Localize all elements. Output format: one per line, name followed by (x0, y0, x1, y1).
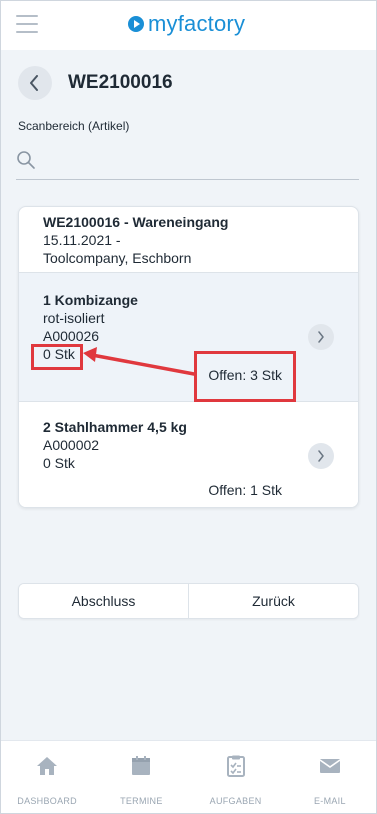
abschluss-button[interactable]: Abschluss (19, 584, 188, 618)
nav-termine-label: TERMINE (120, 796, 163, 806)
chevron-left-icon (30, 75, 38, 91)
scan-input[interactable] (42, 146, 358, 172)
nav-termine[interactable]: TERMINE (94, 741, 188, 814)
nav-email[interactable]: E-MAIL (283, 741, 377, 814)
nav-aufgaben[interactable]: AUFGABEN (189, 741, 283, 814)
chevron-right-icon (318, 331, 324, 343)
item-description: rot-isoliert (43, 310, 105, 326)
receipt-supplier: Toolcompany, Eschborn (43, 250, 192, 266)
item-open-quantity: Offen: 3 Stk (208, 367, 282, 383)
annotation-arrow (83, 347, 196, 376)
receipt-date: 15.11.2021 - (43, 232, 121, 248)
receipt-title: WE2100016 - Wareneingang (43, 214, 229, 230)
clipboard-icon (226, 755, 245, 777)
logo: myfactory (128, 10, 245, 38)
nav-dashboard[interactable]: DASHBOARD (0, 741, 94, 814)
scan-label: Scanbereich (Artikel) (18, 119, 130, 133)
logo-play-icon (128, 16, 144, 32)
mail-icon (319, 759, 341, 773)
page-title: WE2100016 (68, 72, 173, 93)
open-item-button[interactable] (308, 324, 334, 350)
zurueck-button[interactable]: Zurück (188, 584, 358, 618)
open-item-button[interactable] (308, 443, 334, 469)
hamburger-icon[interactable] (16, 15, 38, 33)
back-button[interactable] (18, 66, 52, 100)
item-name: 2 Stahlhammer 4,5 kg (43, 419, 187, 435)
search-icon (17, 151, 35, 169)
nav-aufgaben-label: AUFGABEN (209, 796, 262, 806)
scan-input-underline (16, 179, 359, 180)
nav-dashboard-label: DASHBOARD (17, 796, 77, 806)
receipt-header: WE2100016 - Wareneingang 15.11.2021 - To… (19, 207, 358, 272)
calendar-icon (132, 756, 151, 775)
main-content: WE2100016 Scanbereich (Artikel) WE210001… (0, 50, 377, 740)
app-header: myfactory (0, 0, 377, 50)
item-name: 1 Kombizange (43, 292, 138, 308)
list-item[interactable]: 2 Stahlhammer 4,5 kg A000002 0 Stk Offen… (19, 401, 358, 507)
list-item[interactable]: 1 Kombizange rot-isoliert A000026 0 Stk … (19, 272, 358, 401)
logo-text: myfactory (148, 11, 246, 36)
action-buttons: Abschluss Zurück (18, 583, 359, 619)
nav-email-label: E-MAIL (313, 796, 346, 806)
chevron-right-icon (318, 450, 324, 462)
item-open-quantity: Offen: 1 Stk (208, 482, 282, 498)
bottom-navigation: DASHBOARD TERMINE AUFGABEN E-MAIL (0, 740, 377, 814)
home-icon (37, 757, 58, 775)
